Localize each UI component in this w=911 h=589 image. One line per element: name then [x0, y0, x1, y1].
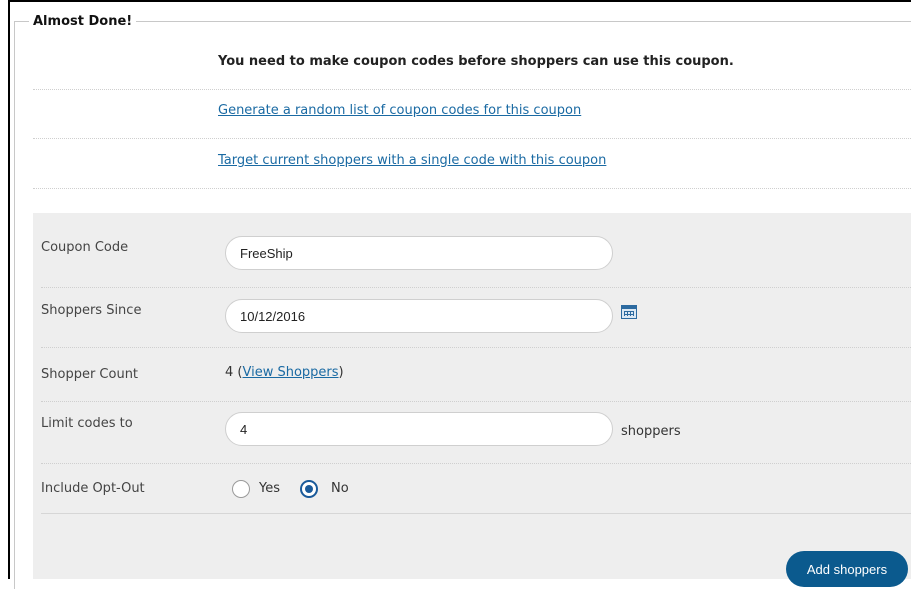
limit-codes-suffix: shoppers: [621, 424, 681, 439]
opt-out-yes-radio[interactable]: [232, 480, 250, 498]
close-paren: ): [338, 365, 344, 380]
divider: [33, 89, 911, 90]
row-divider: [41, 287, 911, 288]
row-divider: [41, 401, 911, 402]
section-title: Almost Done!: [33, 14, 133, 29]
shopper-count-label: Shopper Count: [41, 367, 139, 382]
shoppers-since-label: Shoppers Since: [41, 303, 142, 318]
coupon-code-input[interactable]: [225, 236, 613, 270]
opt-out-no-label: No: [331, 481, 349, 496]
instruction-message: You need to make coupon codes before sho…: [218, 54, 734, 69]
row-divider: [41, 463, 911, 464]
form-footer-divider: [41, 513, 911, 514]
open-paren: (: [233, 365, 243, 380]
limit-codes-label: Limit codes to: [41, 416, 133, 431]
divider: [33, 188, 911, 189]
opt-out-no-radio[interactable]: [300, 480, 318, 498]
calendar-icon[interactable]: [621, 305, 637, 319]
include-opt-out-label: Include Opt-Out: [41, 481, 145, 496]
add-shoppers-button[interactable]: Add shoppers: [786, 551, 908, 587]
divider: [33, 138, 911, 139]
target-shoppers-single-code-link[interactable]: Target current shoppers with a single co…: [218, 153, 606, 168]
opt-out-yes-label: Yes: [259, 481, 280, 496]
limit-codes-input[interactable]: [225, 412, 613, 446]
coupon-code-label: Coupon Code: [41, 240, 129, 255]
generate-random-codes-link[interactable]: Generate a random list of coupon codes f…: [218, 103, 581, 118]
shopper-count-value: 4 (View Shoppers): [225, 365, 344, 380]
view-shoppers-link[interactable]: View Shoppers: [243, 365, 339, 380]
shoppers-since-date-input[interactable]: [225, 299, 613, 333]
row-divider: [41, 347, 911, 348]
